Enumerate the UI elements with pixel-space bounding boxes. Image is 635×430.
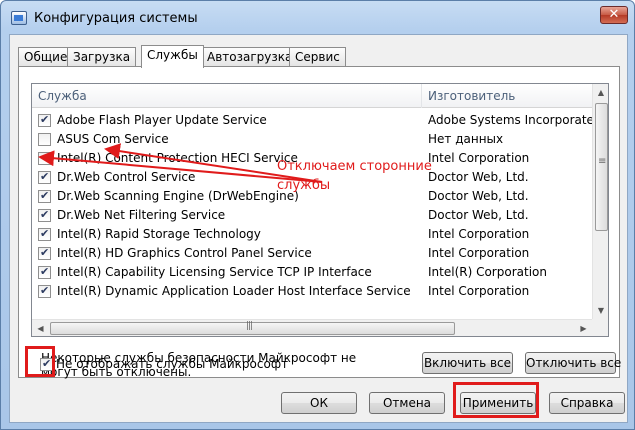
service-checkbox[interactable] (38, 152, 51, 165)
service-name: ASUS Com Service (57, 132, 169, 146)
service-checkbox[interactable] (38, 284, 51, 298)
ok-button[interactable]: ОК (281, 392, 357, 414)
title-bar[interactable]: Конфигурация системы ✕ (1, 1, 634, 35)
enable-all-button[interactable]: Включить все (422, 352, 513, 374)
tab-general[interactable]: Общие (18, 47, 74, 67)
service-checkbox[interactable] (38, 246, 51, 260)
column-header-service[interactable]: Служба (32, 84, 422, 108)
scroll-corner (592, 319, 608, 336)
disable-all-button[interactable]: Отключить все (525, 352, 621, 374)
service-row[interactable]: Intel(R) Capability Licensing Service TC… (32, 263, 592, 282)
service-name: Dr.Web Scanning Engine (DrWebEngine) (57, 189, 299, 203)
hide-ms-services-label: Не отображать службы Майкрософт (56, 357, 289, 371)
list-header: Служба Изготовитель (32, 84, 592, 108)
service-row[interactable]: Intel(R) Rapid Storage Technology Intel C… (32, 225, 592, 244)
service-name: Adobe Flash Player Update Service (57, 113, 267, 127)
scroll-up-icon[interactable]: ▲ (593, 84, 608, 101)
scroll-left-icon[interactable]: ◀ (32, 320, 49, 336)
services-list[interactable]: Служба Изготовитель Adobe Flash Player U… (31, 83, 609, 337)
service-name: Intel(R) Capability Licensing Service TC… (57, 265, 372, 279)
service-vendor: Intel Corporation (428, 284, 530, 298)
service-name: Dr.Web Control Service (57, 170, 196, 184)
close-button[interactable]: ✕ (600, 6, 628, 24)
column-header-vendor[interactable]: Изготовитель (422, 84, 592, 108)
service-row[interactable]: Intel(R) HD Graphics Control Panel Servi… (32, 244, 592, 263)
services-panel: Служба Изготовитель Adobe Flash Player U… (18, 66, 621, 379)
system-config-window: Конфигурация системы ✕ Общие Загрузка Сл… (0, 0, 635, 430)
dialog-body: Общие Загрузка Службы Автозагрузка Серви… (9, 34, 628, 423)
service-checkbox[interactable] (38, 170, 51, 184)
vertical-scrollbar[interactable]: ▲ ▼ (592, 84, 608, 319)
service-vendor: Нет данных (428, 132, 504, 146)
service-name: Intel(R) Dynamic Application Loader Host… (57, 284, 411, 298)
vertical-scroll-thumb[interactable] (595, 103, 608, 231)
tab-tools[interactable]: Сервис (289, 47, 346, 67)
service-vendor: Intel Corporation (428, 246, 530, 260)
service-name: Intel(R) Rapid Storage Technology (57, 227, 261, 241)
help-button[interactable]: Справка (549, 392, 625, 414)
service-row[interactable]: Intel(R) Dynamic Application Loader Host… (32, 282, 592, 301)
scroll-right-icon[interactable]: ▶ (575, 320, 592, 336)
service-vendor: Intel Corporation (428, 227, 530, 241)
scroll-down-icon[interactable]: ▼ (593, 302, 608, 319)
service-vendor: Doctor Web, Ltd. (428, 208, 529, 222)
horizontal-scroll-thumb[interactable] (50, 321, 455, 335)
service-name: Intel(R) HD Graphics Control Panel Servi… (57, 246, 312, 260)
service-checkbox[interactable] (38, 133, 51, 146)
app-config-icon (11, 11, 27, 25)
service-vendor: Adobe Systems Incorporated (428, 113, 602, 127)
service-vendor: Intel(R) Corporation (428, 265, 547, 279)
service-checkbox[interactable] (38, 227, 51, 241)
service-checkbox[interactable] (38, 265, 51, 279)
service-name: Dr.Web Net Filtering Service (57, 208, 226, 222)
window-title: Конфигурация системы (34, 11, 198, 26)
service-checkbox[interactable] (38, 189, 51, 203)
service-row[interactable]: Adobe Flash Player Update Service Adobe S… (32, 111, 602, 130)
service-name: Intel(R) Content Protection HECI Service (57, 151, 298, 165)
service-checkbox[interactable] (38, 208, 51, 222)
service-checkbox[interactable] (38, 113, 51, 127)
horizontal-scrollbar[interactable]: ◀ ▶ (32, 319, 592, 336)
highlight-apply-button (453, 382, 539, 418)
cancel-button[interactable]: Отмена (369, 392, 445, 414)
annotation-text: Отключаем сторонние службы (277, 159, 432, 193)
tab-startup[interactable]: Автозагрузка (201, 47, 299, 67)
highlight-hide-ms-checkbox (25, 346, 55, 377)
service-row[interactable]: ASUS Com Service Нет данных (32, 130, 592, 149)
service-row[interactable]: Dr.Web Net Filtering Service Doctor Web, … (32, 206, 592, 225)
tab-services[interactable]: Службы (141, 45, 204, 68)
tab-boot[interactable]: Загрузка (67, 47, 137, 67)
